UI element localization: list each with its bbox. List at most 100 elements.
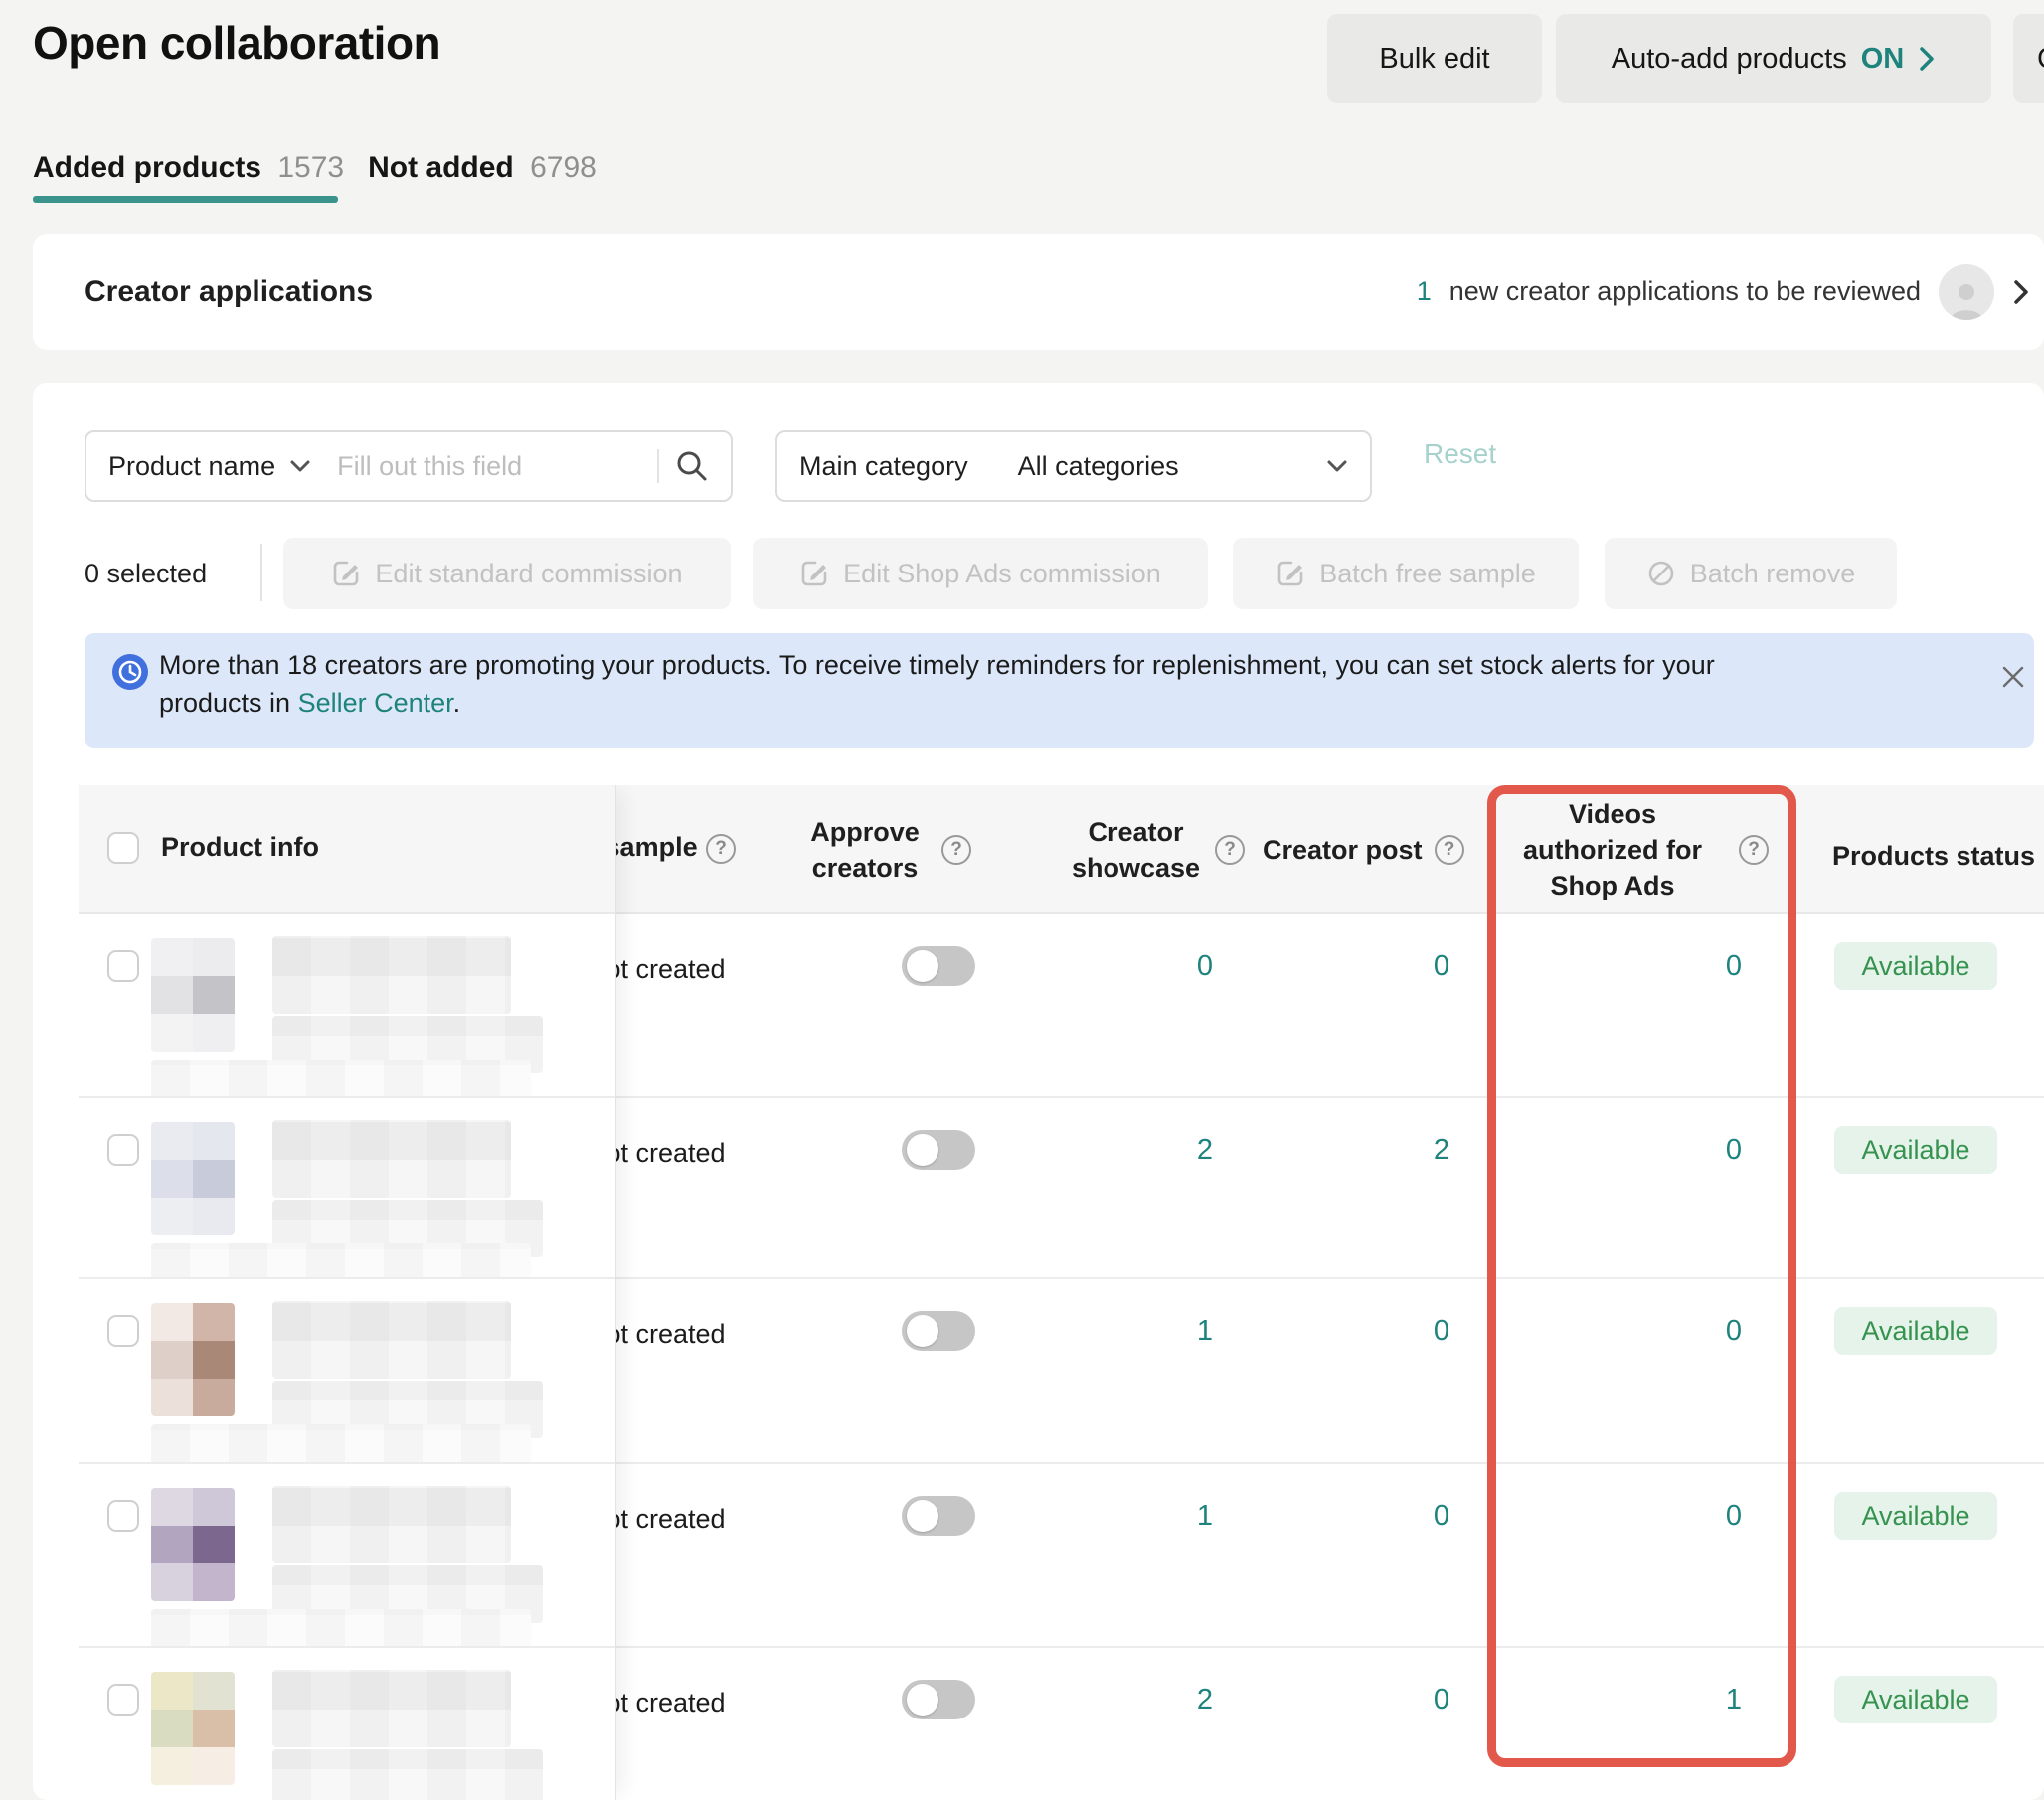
creator-post-count[interactable]: 0 (1310, 1315, 1449, 1348)
approve-creators-toggle[interactable] (902, 1680, 975, 1719)
creator-showcase-count[interactable]: 2 (1074, 1684, 1213, 1717)
row-checkbox[interactable] (107, 1500, 139, 1532)
prohibit-icon (1646, 559, 1676, 588)
creator-applications-message: new creator applications to be reviewed (1449, 276, 1921, 307)
product-search-filter[interactable]: Product name Fill out this field (85, 430, 733, 502)
edit-standard-commission-label: Edit standard commission (375, 559, 682, 589)
product-cell (79, 1096, 615, 1277)
column-creator-post: Creator post (1263, 832, 1423, 868)
row-checkbox[interactable] (107, 950, 139, 982)
open-collaboration-page: Open collaboration Bulk edit Auto-add pr… (0, 0, 2044, 1800)
column-approve-creators: Approve creators (800, 814, 930, 886)
blurred-product-subtitle (272, 1749, 543, 1800)
row-checkbox[interactable] (107, 1315, 139, 1347)
batch-remove-label: Batch remove (1690, 559, 1856, 589)
column-products-status: Products status (1832, 841, 2035, 872)
chevron-right-icon[interactable] (2012, 277, 2030, 307)
product-cell (79, 1277, 615, 1462)
creator-applications-card[interactable]: Creator applications 1 new creator appli… (33, 234, 2044, 350)
approve-creators-toggle[interactable] (902, 1130, 975, 1170)
chevron-right-icon (1918, 45, 1936, 73)
category-filter-value[interactable]: All categories (1018, 451, 1179, 482)
active-tab-underline (33, 196, 338, 203)
batch-free-sample-button[interactable]: Batch free sample (1233, 538, 1579, 609)
batch-free-sample-label: Batch free sample (1319, 559, 1536, 589)
partial-right-button-label: C (2037, 43, 2044, 76)
status-badge: Available (1834, 1676, 1997, 1723)
auto-add-products-button[interactable]: Auto-add products ON (1556, 14, 1991, 103)
edit-icon (331, 559, 361, 588)
help-icon[interactable]: ? (1435, 835, 1464, 865)
help-icon[interactable]: ? (941, 835, 971, 865)
product-thumbnail-blurred (151, 1303, 235, 1416)
product-thumbnail-blurred (151, 1672, 235, 1785)
approve-creators-toggle[interactable] (902, 946, 975, 986)
creator-avatar (1939, 264, 1994, 320)
stock-alert-banner: More than 18 creators are promoting your… (85, 633, 2034, 748)
creator-applications-summary: 1 new creator applications to be reviewe… (1417, 234, 2030, 350)
products-table: Free sample ? Approve creators ? Creator… (79, 785, 2044, 1800)
batch-remove-button[interactable]: Batch remove (1605, 538, 1897, 609)
edit-icon (799, 559, 829, 588)
creator-post-count[interactable]: 0 (1310, 950, 1449, 983)
edit-icon (1276, 559, 1305, 588)
tab-added-count: 1573 (277, 151, 344, 184)
tab-not-added-count: 6798 (530, 151, 596, 184)
category-filter-label: Main category (799, 451, 968, 482)
blurred-product-title (272, 1670, 511, 1747)
chevron-down-icon (1326, 459, 1348, 473)
blurred-product-title (272, 1486, 511, 1563)
auto-add-label: Auto-add products (1612, 43, 1847, 76)
blurred-product-title (272, 936, 511, 1014)
creator-showcase-count[interactable]: 2 (1074, 1134, 1213, 1167)
reset-button[interactable]: Reset (1424, 438, 1496, 470)
seller-center-link[interactable]: Seller Center (298, 688, 453, 718)
blurred-product-title (272, 1301, 511, 1379)
creator-applications-title: Creator applications (85, 234, 373, 350)
product-cell (79, 1462, 615, 1646)
help-icon[interactable]: ? (1215, 835, 1245, 865)
column-product-info: Product info (161, 832, 319, 863)
search-input[interactable]: Fill out this field (337, 451, 657, 482)
product-thumbnail-blurred (151, 938, 235, 1052)
annotation-highlight-rectangle (1487, 785, 1796, 1767)
divider (260, 544, 262, 601)
partial-right-button[interactable]: C (2013, 14, 2044, 103)
creator-showcase-count[interactable]: 1 (1074, 1315, 1213, 1348)
select-all-checkbox[interactable] (107, 832, 139, 864)
products-panel: Product name Fill out this field Main ca… (33, 383, 2044, 1800)
input-divider (657, 449, 659, 483)
banner-text: More than 18 creators are promoting your… (159, 646, 1715, 722)
search-field-selector[interactable]: Product name (108, 451, 275, 482)
page-title: Open collaboration (33, 16, 440, 70)
help-icon[interactable]: ? (706, 834, 736, 864)
bulk-edit-label: Bulk edit (1379, 43, 1489, 76)
clock-icon (112, 654, 148, 690)
tab-not-added[interactable]: Not added 6798 (368, 151, 596, 185)
status-badge: Available (1834, 1126, 1997, 1174)
row-checkbox[interactable] (107, 1684, 139, 1716)
creator-showcase-count[interactable]: 1 (1074, 1500, 1213, 1533)
approve-creators-toggle[interactable] (902, 1496, 975, 1536)
close-icon[interactable] (1993, 657, 2033, 697)
search-icon[interactable] (675, 449, 709, 483)
main-category-filter[interactable]: Main category All categories (775, 430, 1372, 502)
edit-shop-ads-commission-label: Edit Shop Ads commission (843, 559, 1161, 589)
auto-add-state: ON (1861, 43, 1905, 76)
tab-added-products[interactable]: Added products 1573 (33, 151, 344, 185)
frozen-product-column: Product info (79, 785, 616, 1800)
status-badge: Available (1834, 1492, 1997, 1540)
creator-post-count[interactable]: 0 (1310, 1684, 1449, 1717)
edit-standard-commission-button[interactable]: Edit standard commission (283, 538, 731, 609)
creator-post-count[interactable]: 0 (1310, 1500, 1449, 1533)
creator-showcase-count[interactable]: 0 (1074, 950, 1213, 983)
tab-added-label: Added products (33, 151, 261, 184)
approve-creators-toggle[interactable] (902, 1311, 975, 1351)
row-checkbox[interactable] (107, 1134, 139, 1166)
blurred-product-title (272, 1120, 511, 1198)
bulk-edit-button[interactable]: Bulk edit (1327, 14, 1542, 103)
banner-line2: products in Seller Center. (159, 684, 1715, 722)
creator-post-count[interactable]: 2 (1310, 1134, 1449, 1167)
edit-shop-ads-commission-button[interactable]: Edit Shop Ads commission (753, 538, 1208, 609)
selected-count: 0 selected (85, 538, 207, 609)
